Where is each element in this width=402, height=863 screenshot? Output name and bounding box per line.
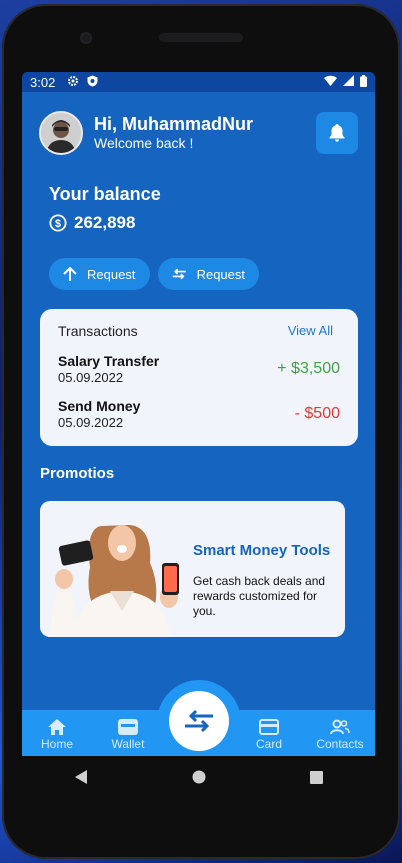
bell-icon [329, 124, 345, 142]
battery-icon [360, 74, 367, 90]
transfer-request-label: Request [196, 266, 245, 282]
svg-text:$: $ [55, 218, 61, 230]
card-icon [259, 719, 279, 735]
status-time: 3:02 [30, 74, 56, 90]
balance-amount: 262,898 [74, 213, 136, 232]
transaction-amount: + $3,500 [277, 360, 340, 377]
transfer-request-button[interactable]: Request [158, 258, 259, 290]
transactions-title: Transactions [58, 323, 138, 339]
view-all-link[interactable]: View All [288, 323, 333, 338]
avatar[interactable] [39, 111, 83, 155]
home-circle-icon[interactable] [192, 770, 206, 784]
nav-wallet[interactable]: Wallet [98, 719, 158, 751]
promo-card[interactable]: Smart Money Tools Get cash back deals an… [40, 501, 345, 637]
signal-icon [343, 75, 354, 89]
gear-icon [67, 75, 79, 90]
contacts-icon [330, 719, 350, 735]
transaction-amount: - $500 [294, 405, 340, 422]
system-nav-bar [22, 756, 375, 798]
arrow-up-icon [63, 266, 77, 281]
greeting-subtitle: Welcome back ! [94, 135, 194, 151]
request-button[interactable]: Request [49, 258, 150, 290]
nav-wallet-label: Wallet [111, 737, 145, 751]
home-icon [48, 719, 66, 735]
promo-title: Smart Money Tools [193, 542, 331, 559]
front-camera [80, 32, 92, 44]
wifi-icon [324, 75, 337, 89]
nav-contacts-label: Contacts [316, 737, 364, 751]
nav-home-label: Home [40, 737, 73, 751]
status-bar: 3:02 [22, 72, 375, 92]
recents-icon[interactable] [310, 770, 323, 784]
transfer-fab[interactable] [169, 691, 229, 751]
promotions-title: Promotios [40, 465, 115, 482]
transaction-row[interactable]: Send Money 05.09.2022 - $500 [58, 398, 340, 430]
promo-text: Get cash back deals and rewards customiz… [193, 574, 326, 618]
request-label: Request [87, 266, 136, 282]
swap-icon [172, 268, 186, 280]
app-screen: 3:02 Hi, MuhammadNur Welcome back ! Your… [22, 72, 375, 756]
speaker-grille [159, 33, 243, 42]
swap-icon [185, 709, 213, 733]
wallet-icon [118, 719, 138, 735]
nav-card[interactable]: Card [239, 719, 299, 751]
balance-amount-row: $ 262,898 [49, 213, 135, 233]
action-buttons: Request Request [49, 258, 259, 290]
balance-label: Your balance [49, 184, 161, 204]
back-icon[interactable] [74, 770, 88, 784]
dollar-icon: $ [49, 214, 67, 232]
transaction-row[interactable]: Salary Transfer 05.09.2022 + $3,500 [58, 353, 340, 385]
greeting-title: Hi, MuhammadNur [94, 114, 254, 134]
promo-woman-image [48, 525, 179, 637]
nav-contacts[interactable]: Contacts [310, 719, 370, 751]
nav-home[interactable]: Home [27, 719, 87, 751]
nav-card-label: Card [255, 737, 282, 751]
header: Hi, MuhammadNur Welcome back ! [39, 110, 358, 156]
notifications-button[interactable] [316, 112, 358, 154]
transactions-card: Transactions View All Salary Transfer 05… [40, 309, 358, 446]
shield-icon [87, 75, 98, 90]
